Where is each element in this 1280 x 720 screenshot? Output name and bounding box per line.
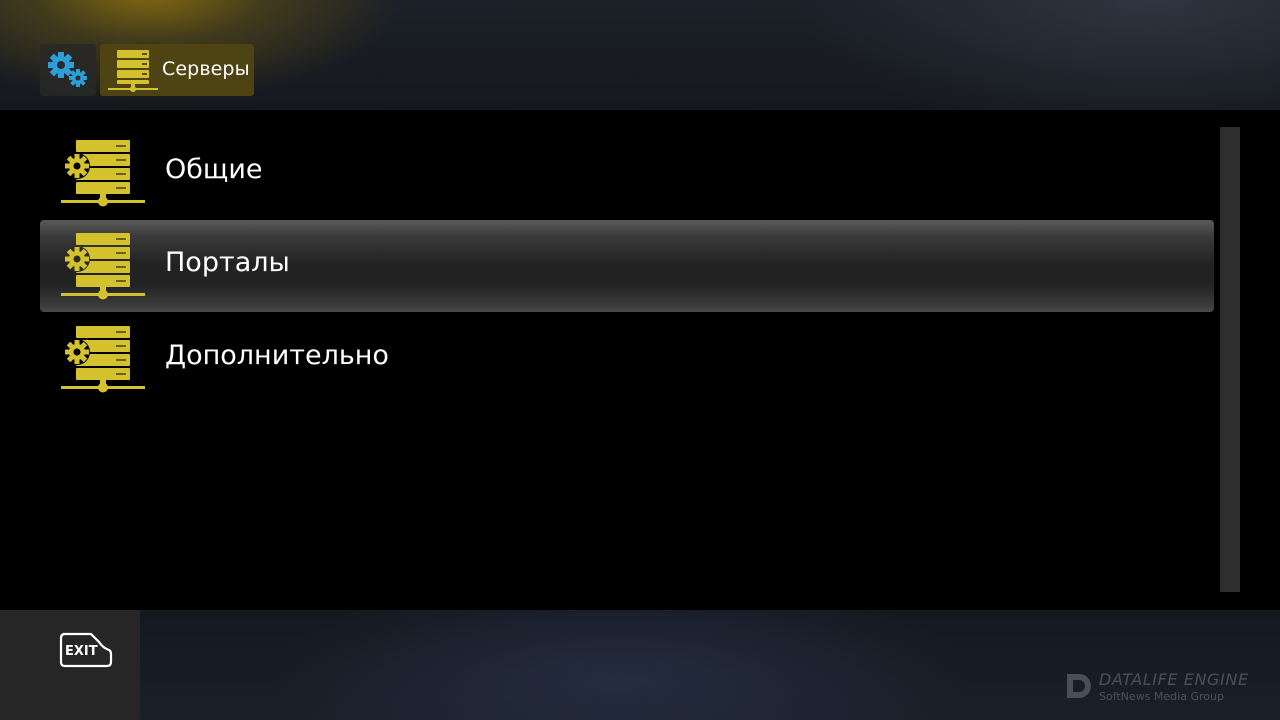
server-settings-icon bbox=[61, 326, 145, 393]
server-settings-icon bbox=[61, 233, 145, 300]
gears-icon bbox=[48, 52, 87, 87]
breadcrumb-servers[interactable]: Серверы bbox=[100, 44, 254, 96]
exit-panel: EXIT bbox=[0, 610, 140, 720]
bottom-bar: EXIT DATALIFE ENGINE SoftNews Media Grou… bbox=[0, 610, 1280, 720]
screen: Серверы Общие Порталы Дополнительно EXIT… bbox=[0, 0, 1280, 720]
menu-item-label: Порталы bbox=[165, 247, 290, 278]
server-settings-icon bbox=[61, 140, 145, 207]
breadcrumb-servers-label: Серверы bbox=[162, 58, 250, 80]
top-header: Серверы bbox=[0, 0, 1280, 110]
menu-item-label: Дополнительно bbox=[165, 340, 389, 371]
menu-item-general[interactable]: Общие bbox=[40, 127, 1214, 219]
scrollbar[interactable] bbox=[1220, 127, 1240, 592]
watermark-title: DATALIFE ENGINE bbox=[1099, 670, 1249, 689]
datalife-logo-icon bbox=[1067, 674, 1091, 698]
menu-item-label: Общие bbox=[165, 154, 263, 185]
settings-menu: Общие Порталы Дополнительно bbox=[40, 127, 1214, 406]
menu-item-portals[interactable]: Порталы bbox=[40, 220, 1214, 312]
watermark-subtitle: SoftNews Media Group bbox=[1099, 690, 1224, 703]
exit-label[interactable]: EXIT bbox=[65, 644, 98, 659]
breadcrumb-settings[interactable] bbox=[40, 44, 96, 96]
watermark: DATALIFE ENGINE SoftNews Media Group bbox=[1064, 670, 1274, 710]
menu-item-advanced[interactable]: Дополнительно bbox=[40, 313, 1214, 405]
server-icon bbox=[108, 50, 158, 92]
